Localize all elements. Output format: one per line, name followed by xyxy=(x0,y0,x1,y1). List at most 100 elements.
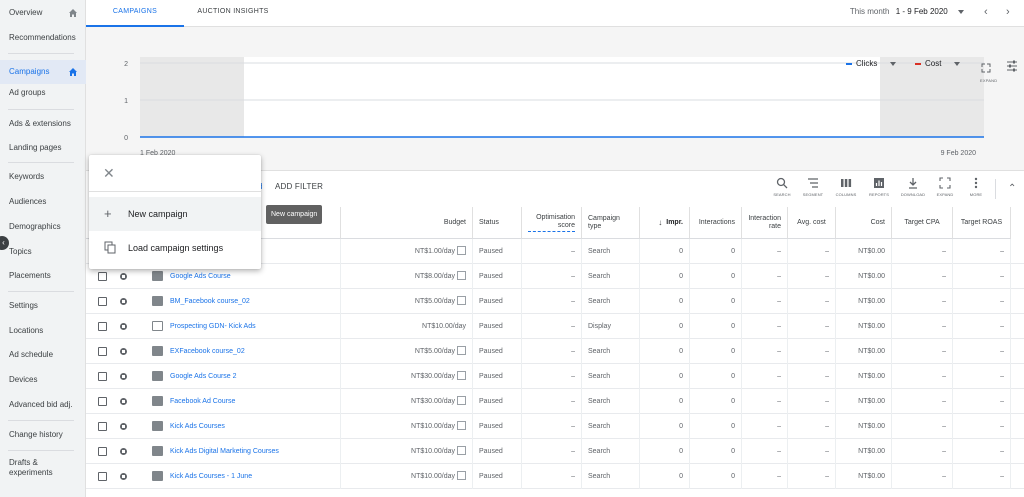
row-checkbox[interactable] xyxy=(98,472,107,481)
column-header-interactions[interactable]: Interactions xyxy=(690,207,742,239)
chevron-up-icon[interactable]: ⌃ xyxy=(1008,183,1016,194)
chevron-down-icon xyxy=(953,61,960,66)
status-paused-icon[interactable] xyxy=(120,348,127,355)
budget-cell[interactable]: NT$8.00/day xyxy=(341,264,473,289)
status-paused-icon[interactable] xyxy=(120,323,127,330)
table-expand-button[interactable]: EXPAND xyxy=(932,177,958,203)
budget-chart-icon[interactable] xyxy=(457,470,466,480)
sidebar-item-keywords[interactable]: Keywords xyxy=(0,172,86,182)
budget-cell[interactable]: NT$5.00/day xyxy=(341,289,473,314)
sidebar-item-advanced-bid-adj[interactable]: Advanced bid adj. xyxy=(0,400,86,410)
status-paused-icon[interactable] xyxy=(120,423,127,430)
type-cell: Search xyxy=(582,389,640,414)
column-header-campaign-type[interactable]: Campaign type xyxy=(582,207,640,239)
sidebar-divider xyxy=(8,291,74,292)
type-cell: Display xyxy=(582,314,640,339)
campaign-name-link[interactable]: Kick Ads Courses xyxy=(164,414,341,439)
sidebar-item-demographics[interactable]: Demographics xyxy=(0,222,86,232)
sidebar-item-locations[interactable]: Locations xyxy=(0,326,86,336)
campaign-name-link[interactable]: EXFacebook course_02 xyxy=(164,339,341,364)
date-range-picker[interactable]: This month 1 - 9 Feb 2020 xyxy=(850,7,964,16)
search-button[interactable]: SEARCH xyxy=(769,177,795,203)
column-header-interaction-rate[interactable]: Interaction rate xyxy=(742,207,788,239)
tab-campaigns[interactable]: CAMPAIGNS xyxy=(86,0,184,27)
segment-button[interactable]: SEGMENT xyxy=(800,177,826,203)
row-checkbox[interactable] xyxy=(98,422,107,431)
metric-selector-clicks[interactable]: Clicks xyxy=(846,59,896,68)
row-checkbox[interactable] xyxy=(98,272,107,281)
column-header-optimisation-score[interactable]: Optimisation score xyxy=(522,207,582,239)
status-paused-icon[interactable] xyxy=(120,398,127,405)
budget-cell[interactable]: NT$10.00/day xyxy=(341,439,473,464)
columns-button[interactable]: COLUMNS xyxy=(833,177,859,203)
budget-chart-icon[interactable] xyxy=(457,395,466,405)
budget-cell[interactable]: NT$1.00/day xyxy=(341,239,473,264)
sidebar-item-change-history[interactable]: Change history xyxy=(0,430,86,440)
load-campaign-settings-menu-item[interactable]: Load campaign settings xyxy=(89,231,261,265)
budget-cell[interactable]: NT$5.00/day xyxy=(341,339,473,364)
new-campaign-menu-item[interactable]: + New campaign xyxy=(89,197,261,231)
sidebar-item-landing-pages[interactable]: Landing pages xyxy=(0,143,86,153)
sidebar-item-recommendations[interactable]: Recommendations xyxy=(0,33,86,43)
budget-cell[interactable]: NT$30.00/day xyxy=(341,389,473,414)
campaign-name-link[interactable]: Google Ads Course 2 xyxy=(164,364,341,389)
campaign-name-link[interactable]: Prospecting GDN- Kick Ads xyxy=(164,314,341,339)
budget-cell[interactable]: NT$30.00/day xyxy=(341,364,473,389)
status-paused-icon[interactable] xyxy=(120,298,127,305)
campaign-name-link[interactable]: Kick Ads Courses - 1 June xyxy=(164,464,341,489)
column-header-target-cpa[interactable]: Target CPA xyxy=(892,207,953,239)
budget-chart-icon[interactable] xyxy=(457,370,466,380)
row-checkbox[interactable] xyxy=(98,297,107,306)
row-checkbox[interactable] xyxy=(98,347,107,356)
impr-cell: 0 xyxy=(640,464,690,489)
sidebar-item-campaigns[interactable]: Campaigns xyxy=(0,60,86,84)
sidebar-item-devices[interactable]: Devices xyxy=(0,375,86,385)
next-period-icon[interactable]: › xyxy=(1006,6,1016,18)
tune-icon[interactable] xyxy=(1006,60,1018,72)
campaign-name-link[interactable]: Kick Ads Digital Marketing Courses xyxy=(164,439,341,464)
budget-chart-icon[interactable] xyxy=(457,445,466,455)
reports-button[interactable]: REPORTS xyxy=(866,177,892,203)
budget-chart-icon[interactable] xyxy=(457,345,466,355)
download-button[interactable]: DOWNLOAD xyxy=(900,177,926,203)
row-checkbox[interactable] xyxy=(98,447,107,456)
budget-chart-icon[interactable] xyxy=(457,420,466,430)
sidebar-item-drafts-experiments[interactable]: Drafts & experiments xyxy=(0,458,70,478)
column-header-cost[interactable]: Cost xyxy=(836,207,892,239)
status-paused-icon[interactable] xyxy=(120,273,127,280)
column-header-target-roas[interactable]: Target ROAS xyxy=(953,207,1011,239)
status-paused-icon[interactable] xyxy=(120,473,127,480)
sidebar-item-ads-extensions[interactable]: Ads & extensions xyxy=(0,119,86,129)
metric-selector-cost[interactable]: Cost xyxy=(915,59,960,68)
budget-chart-icon[interactable] xyxy=(457,270,466,280)
budget-cell[interactable]: NT$10.00/day xyxy=(341,414,473,439)
budget-cell[interactable]: NT$10.00/day xyxy=(341,464,473,489)
sidebar-item-placements[interactable]: Placements xyxy=(0,271,86,281)
column-header-budget[interactable]: Budget xyxy=(341,207,473,239)
column-header-avg-cost[interactable]: Avg. cost xyxy=(788,207,836,239)
tab-auction-insights[interactable]: AUCTION INSIGHTS xyxy=(184,0,282,27)
more-button[interactable]: MORE xyxy=(963,177,989,203)
previous-period-icon[interactable]: ‹ xyxy=(984,6,994,18)
budget-chart-icon[interactable] xyxy=(457,245,466,255)
campaign-name-link[interactable]: BM_Facebook course_02 xyxy=(164,289,341,314)
sidebar-item-topics[interactable]: Topics xyxy=(0,247,86,257)
close-icon[interactable]: ✕ xyxy=(103,166,115,180)
row-checkbox[interactable] xyxy=(98,397,107,406)
row-checkbox[interactable] xyxy=(98,372,107,381)
add-filter-button[interactable]: ADD FILTER xyxy=(275,182,323,191)
sidebar-item-ad-groups[interactable]: Ad groups xyxy=(0,88,86,98)
sidebar-item-ad-schedule[interactable]: Ad schedule xyxy=(0,350,86,360)
sidebar-item-settings[interactable]: Settings xyxy=(0,301,86,311)
sidebar-item-overview[interactable]: Overview xyxy=(0,8,86,18)
sidebar-item-audiences[interactable]: Audiences xyxy=(0,197,86,207)
budget-chart-icon[interactable] xyxy=(457,295,466,305)
row-checkbox[interactable] xyxy=(98,322,107,331)
status-paused-icon[interactable] xyxy=(120,373,127,380)
column-header-status[interactable]: Status xyxy=(473,207,522,239)
campaign-name-link[interactable]: Facebook Ad Course xyxy=(164,389,341,414)
status-paused-icon[interactable] xyxy=(120,448,127,455)
budget-cell[interactable]: NT$10.00/day xyxy=(341,314,473,339)
chart-expand-button[interactable]: EXPAND xyxy=(980,60,997,83)
column-header-impr[interactable]: ↓ Impr. xyxy=(640,207,690,239)
